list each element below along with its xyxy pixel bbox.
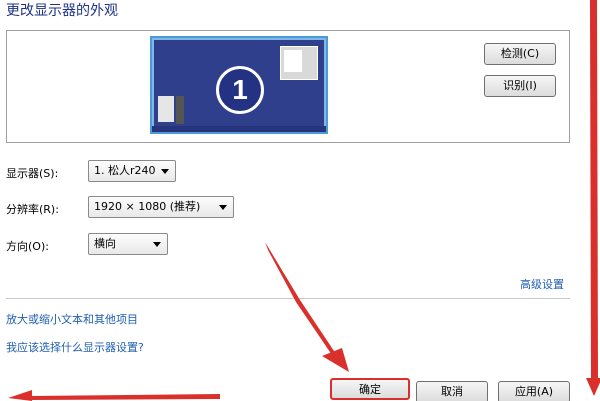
- annotation-arrows: [8, 0, 600, 401]
- arrow-bottom-left-icon: [8, 390, 220, 401]
- arrow-to-ok-icon: [265, 242, 349, 372]
- arrow-right-edge-icon: [586, 0, 600, 396]
